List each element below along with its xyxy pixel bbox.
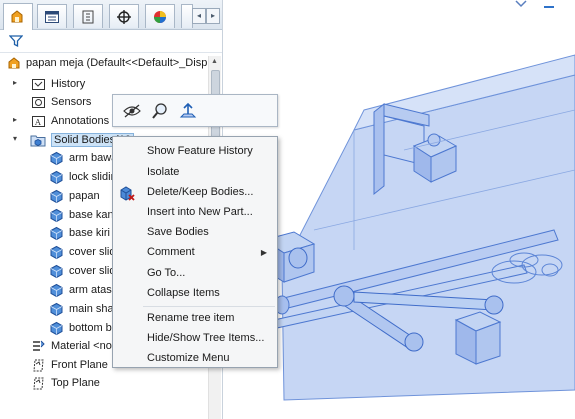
tree-item-front-plane[interactable]: Front Plane — [30, 356, 108, 374]
menu-item-show-feature-history[interactable]: Show Feature History — [115, 142, 275, 162]
solid-body-icon — [48, 320, 64, 336]
menu-item-comment[interactable]: Comment ▶ — [115, 243, 275, 263]
tree-item-annotations[interactable]: ▸ A Annotations — [13, 112, 110, 130]
display-manager-tab[interactable] — [145, 4, 175, 28]
menu-separator — [143, 306, 275, 307]
tree-item-history[interactable]: ▸ History — [13, 75, 86, 93]
view-toolbar-remnant — [515, 0, 555, 8]
solid-body-icon — [48, 188, 64, 204]
tree-item-label: arm atas — [69, 284, 112, 296]
tree-item-label: Annotations — [51, 115, 110, 127]
solid-bodies-folder-icon — [30, 132, 46, 148]
tree-item-base-kiri[interactable]: base kiri — [48, 224, 110, 242]
tree-item-label: bottom ba — [69, 322, 118, 334]
tab-scroll-left-icon[interactable]: ◂ — [192, 8, 206, 24]
hide-icon — [123, 104, 141, 117]
tree-root-label: papan meja (Default<<Default>_Displa — [26, 57, 216, 69]
plane-icon — [30, 375, 46, 391]
menu-item-rename-tree-item[interactable]: Rename tree item — [115, 309, 275, 329]
feature-manager-icon — [11, 10, 23, 23]
filter-row — [0, 31, 222, 53]
tree-item-label: papan — [69, 190, 100, 202]
menu-item-go-to[interactable]: Go To... — [115, 264, 275, 284]
scroll-up-icon[interactable]: ▲ — [211, 58, 218, 65]
tree-item-label: main shaf — [69, 303, 117, 315]
normal-to-icon — [179, 102, 197, 117]
configuration-manager-icon — [82, 10, 94, 23]
menu-item-delete-keep-bodies[interactable]: Delete/Keep Bodies... — [115, 183, 275, 203]
tree-item-sensors[interactable]: Sensors — [30, 93, 91, 111]
collapse-arrow-icon[interactable]: ▾ — [13, 135, 21, 143]
tree-item-label: Material <not — [51, 340, 115, 352]
context-toolbar — [112, 94, 278, 127]
property-manager-tab[interactable] — [37, 4, 67, 28]
tree-item-top-plane[interactable]: Top Plane — [30, 374, 100, 392]
tree-item-label: lock slidin — [69, 171, 117, 183]
submenu-arrow-icon: ▶ — [260, 248, 267, 257]
expand-arrow-icon[interactable]: ▸ — [13, 116, 21, 124]
solid-body-icon — [48, 282, 64, 298]
plane-icon — [30, 357, 46, 373]
tree-item-label: Front Plane — [51, 359, 108, 371]
hide-body-button[interactable] — [121, 100, 143, 122]
annotations-icon: A — [30, 113, 46, 129]
normal-to-button[interactable] — [177, 100, 199, 122]
tree-item-material-not[interactable]: Material <not — [30, 337, 115, 355]
zoom-to-selection-icon — [152, 102, 167, 119]
solid-body-icon — [48, 207, 64, 223]
display-manager-icon — [154, 10, 166, 23]
material-icon — [30, 338, 46, 354]
tree-item-label: cover slidi — [69, 265, 118, 277]
tree-item-cover-slidi[interactable]: cover slidi — [48, 243, 118, 261]
tree-item-cover-slidi[interactable]: cover slidi — [48, 262, 118, 280]
delete-keep-bodies-icon — [120, 186, 135, 201]
expand-arrow-icon[interactable]: ▸ — [13, 79, 21, 87]
tree-item-label: Sensors — [51, 96, 92, 108]
view-orientation-icon[interactable] — [515, 0, 527, 8]
tree-item-label: arm bawa — [69, 152, 118, 164]
tree-item-arm-atas[interactable]: arm atas — [48, 281, 112, 299]
view-display-icon[interactable] — [543, 0, 555, 8]
solid-body-icon — [48, 150, 64, 166]
menu-item-save-bodies[interactable]: Save Bodies — [115, 223, 275, 243]
solid-body-icon — [48, 169, 64, 185]
tree-item-papan[interactable]: papan — [48, 187, 100, 205]
sensors-icon — [30, 94, 46, 110]
solid-body-icon — [48, 225, 64, 241]
tree-item-main-shaf[interactable]: main shaf — [48, 300, 117, 318]
solid-body-icon — [48, 301, 64, 317]
tab-scroll-arrows: ◂ ▸ — [192, 8, 220, 24]
tree-item-label: cover slidi — [69, 246, 118, 258]
history-icon — [30, 76, 46, 92]
manager-tab-bar: ◂ ▸ — [0, 0, 222, 30]
tree-item-arm-bawa[interactable]: arm bawa — [48, 149, 117, 167]
solid-body-icon — [48, 244, 64, 260]
feature-manager-tab[interactable] — [3, 3, 33, 30]
bottom-support-block[interactable] — [454, 311, 502, 365]
menu-item-customize-menu[interactable]: Customize Menu — [115, 349, 275, 369]
menu-item-collapse-items[interactable]: Collapse Items — [115, 284, 275, 304]
tree-item-base-kana[interactable]: base kana — [48, 206, 120, 224]
dimxpert-tab[interactable] — [109, 4, 139, 28]
menu-item-isolate[interactable]: Isolate — [115, 163, 275, 183]
tab-scroll-right-icon[interactable]: ▸ — [206, 8, 220, 24]
part-icon — [6, 55, 22, 71]
configuration-manager-tab[interactable] — [73, 4, 103, 28]
tree-item-label: History — [51, 78, 86, 90]
svg-text:A: A — [34, 118, 41, 127]
tree-item-bottom-ba[interactable]: bottom ba — [48, 319, 118, 337]
tree-item-lock-slidin[interactable]: lock slidin — [48, 168, 117, 186]
property-manager-icon — [45, 10, 59, 23]
tree-root-part[interactable]: papan meja (Default<<Default>_Displa — [0, 54, 216, 72]
solid-body-icon — [48, 263, 64, 279]
tree-item-label: Top Plane — [51, 377, 100, 389]
dimxpert-icon — [117, 9, 131, 24]
filter-icon[interactable] — [9, 34, 23, 48]
menu-item-hide-show-tree-items[interactable]: Hide/Show Tree Items... — [115, 329, 275, 349]
tree-item-label: base kiri — [69, 227, 110, 239]
menu-item-insert-into-new-part[interactable]: Insert into New Part... — [115, 203, 275, 223]
context-menu: Show Feature History Isolate Delete/Keep… — [112, 136, 278, 368]
zoom-to-selection-button[interactable] — [149, 100, 171, 122]
